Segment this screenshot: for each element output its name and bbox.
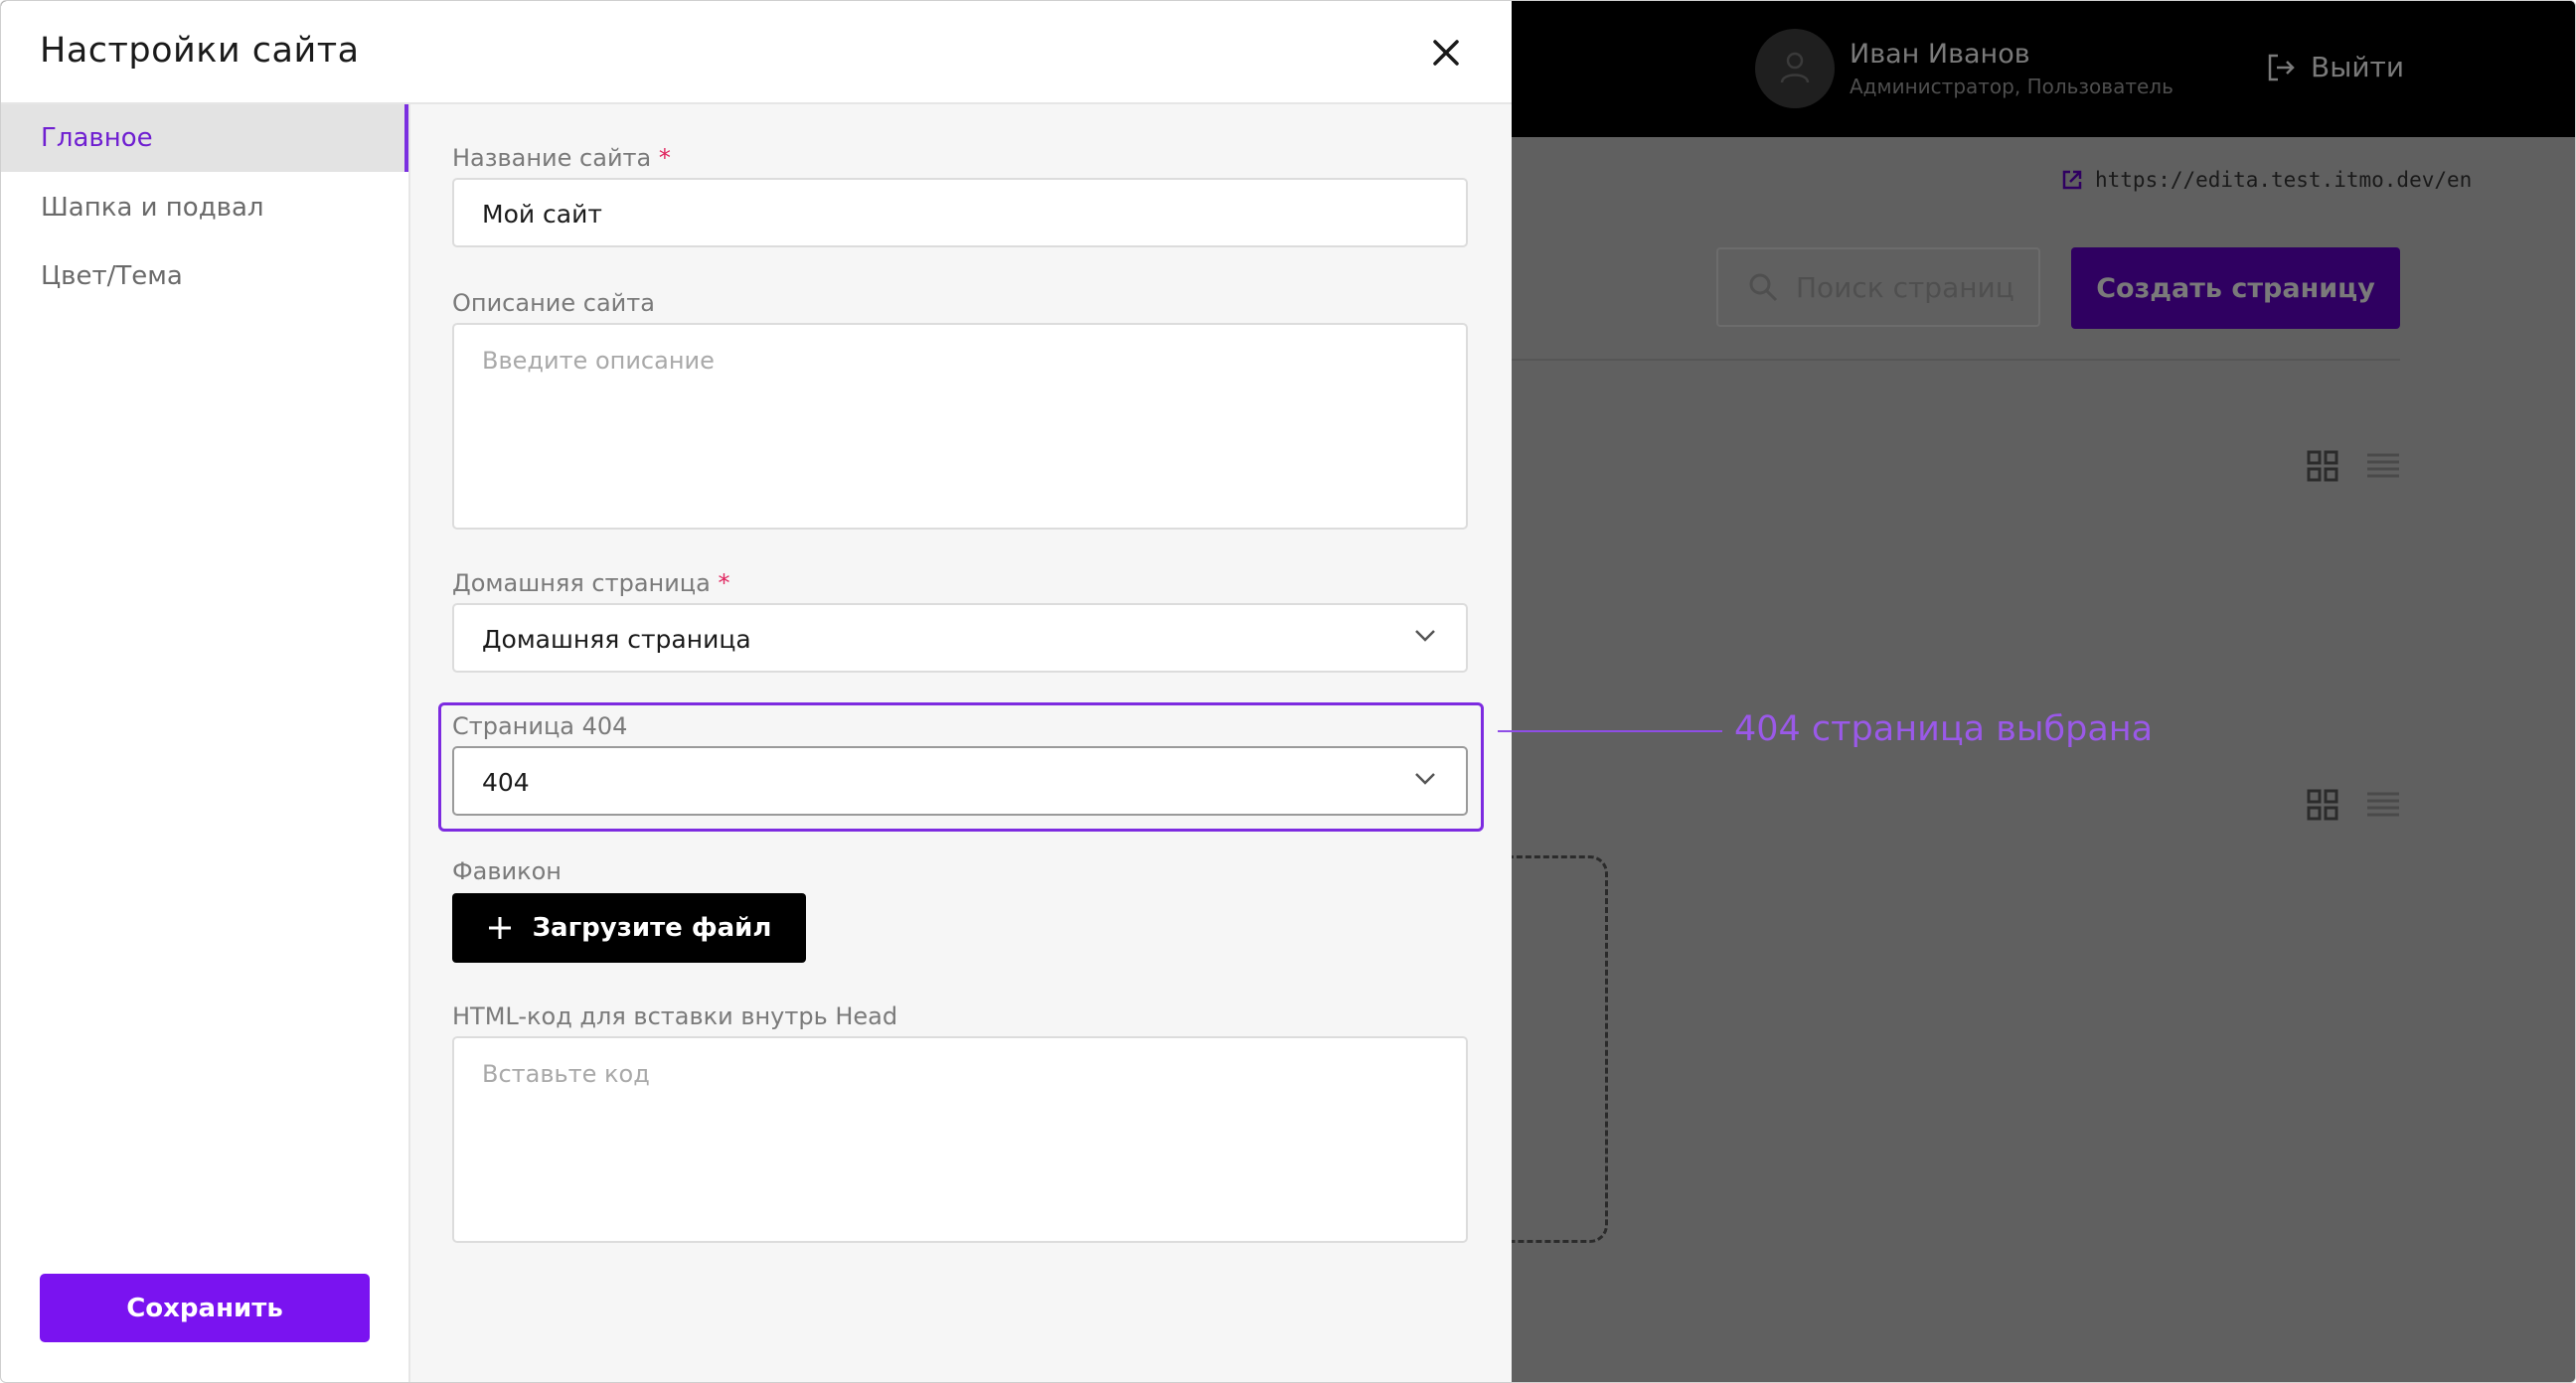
user-name: Иван Иванов: [1850, 39, 2030, 70]
site-url: https://edita.test.itmo.dev/en: [2095, 168, 2473, 192]
chevron-down-icon: [1415, 773, 1435, 785]
home-page-select[interactable]: Домашняя страница: [452, 603, 1468, 673]
site-name-input[interactable]: Мой сайт: [452, 178, 1468, 247]
logout-icon: [2268, 54, 2295, 80]
background-app: Иван Иванов Администратор, Пользователь …: [1472, 1, 2575, 1382]
logout-button[interactable]: Выйти: [2265, 51, 2404, 83]
required-mark: *: [658, 144, 671, 172]
site-description-placeholder: Введите описание: [482, 347, 715, 375]
close-button[interactable]: [1426, 33, 1466, 73]
page-404-select[interactable]: 404: [452, 746, 1468, 816]
upload-file-label: Загрузите файл: [532, 913, 772, 943]
plus-icon: [488, 917, 511, 939]
list-view-icon[interactable]: [2366, 452, 2400, 480]
external-link-icon: [2062, 170, 2082, 190]
view-toggle: [2307, 789, 2400, 821]
search-input[interactable]: Поиск страниц: [1716, 247, 2040, 327]
site-url-link[interactable]: https://edita.test.itmo.dev/en: [2061, 168, 2472, 192]
home-page-label-text: Домашняя страница: [452, 569, 711, 597]
chevron-down-icon: [1415, 630, 1435, 642]
sidebar-item-main[interactable]: Главное: [1, 104, 408, 172]
search-icon: [1749, 273, 1778, 302]
site-name-label-text: Название сайта: [452, 144, 652, 172]
head-html-textarea[interactable]: Вставьте код: [452, 1036, 1468, 1243]
head-html-placeholder: Вставьте код: [482, 1060, 650, 1088]
user-icon: [1780, 52, 1810, 83]
home-page-label: Домашняя страница *: [452, 569, 730, 597]
divider: [1512, 359, 2400, 361]
create-page-button[interactable]: Создать страницу: [2071, 247, 2400, 329]
site-name-label: Название сайта *: [452, 144, 671, 172]
site-description-textarea[interactable]: Введите описание: [452, 323, 1468, 530]
save-button[interactable]: Сохранить: [40, 1274, 370, 1342]
grid-view-icon[interactable]: [2307, 450, 2338, 482]
avatar[interactable]: [1755, 29, 1835, 108]
settings-form: Название сайта * Мой сайт Описание сайта…: [410, 104, 1512, 1382]
close-icon: [1433, 40, 1459, 66]
view-toggle: [2307, 450, 2400, 482]
logout-label: Выйти: [2311, 51, 2405, 83]
favicon-label: Фавикон: [452, 857, 562, 885]
head-html-label: HTML-код для вставки внутрь Head: [452, 1002, 898, 1030]
page-404-value: 404: [482, 768, 530, 797]
screen: Иван Иванов Администратор, Пользователь …: [0, 0, 2576, 1383]
site-description-label: Описание сайта: [452, 289, 655, 317]
annotation-text: 404 страница выбрана: [1734, 709, 2154, 749]
annotation-line: [1498, 730, 1722, 732]
page-404-label: Страница 404: [452, 712, 628, 740]
sidebar-item-header-footer[interactable]: Шапка и подвал: [1, 174, 408, 241]
settings-sidebar: Главное Шапка и подвал Цвет/Тема Сохрани…: [1, 104, 410, 1382]
modal-header: Настройки сайта: [1, 1, 1512, 104]
grid-view-icon[interactable]: [2307, 789, 2338, 821]
site-name-value: Мой сайт: [482, 200, 602, 229]
search-placeholder: Поиск страниц: [1796, 270, 2014, 304]
modal-title: Настройки сайта: [40, 31, 360, 71]
top-bar: Иван Иванов Администратор, Пользователь …: [1512, 1, 2575, 137]
required-mark: *: [718, 569, 730, 597]
user-role: Администратор, Пользователь: [1850, 75, 2174, 98]
upload-file-button[interactable]: Загрузите файл: [452, 893, 806, 963]
sidebar-item-color-theme[interactable]: Цвет/Тема: [1, 242, 408, 310]
list-view-icon[interactable]: [2366, 791, 2400, 819]
site-settings-modal: Настройки сайта Главное Шапка и подвал Ц…: [1, 1, 1512, 1382]
home-page-value: Домашняя страница: [482, 625, 751, 654]
